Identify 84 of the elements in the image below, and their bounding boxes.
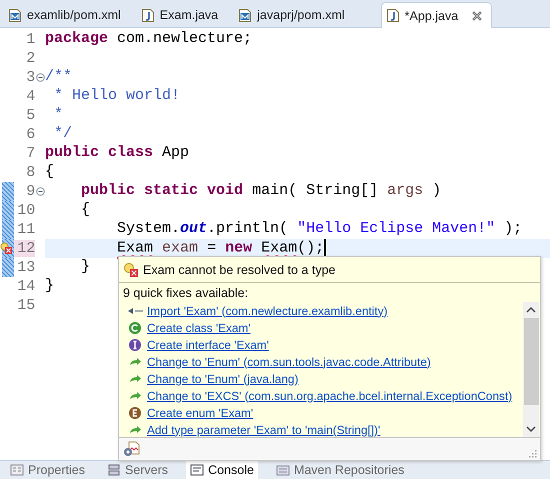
line-number: 14 — [16, 278, 36, 295]
editor-tab[interactable]: *App.java — [380, 2, 492, 28]
java-file-icon — [386, 8, 400, 23]
code-comment: * Hello world! — [54, 87, 180, 104]
import-icon — [127, 308, 143, 314]
code-text: { — [45, 163, 54, 180]
code-variable: args — [387, 182, 424, 199]
line-number: 13 — [16, 259, 36, 276]
code-text: .println( — [207, 220, 290, 237]
close-icon[interactable] — [471, 10, 484, 22]
code-field: out — [180, 220, 208, 237]
server-icon — [106, 464, 121, 476]
problem-message: Exam cannot be resolved to a type — [143, 262, 336, 276]
code-text: } — [81, 258, 90, 275]
code-text: { — [81, 201, 90, 218]
code-keyword: package — [45, 30, 108, 47]
code-comment: /** — [45, 68, 72, 85]
error-lightbulb-icon — [123, 262, 139, 278]
code-text: main( String[] — [252, 182, 380, 199]
editor-tab[interactable]: Exam.java — [136, 3, 232, 27]
resize-grip-icon[interactable] — [529, 450, 537, 458]
interface-icon — [127, 338, 143, 352]
line-number: 15 — [16, 297, 36, 314]
code-error: Exam — [117, 239, 154, 256]
line-number: 5 — [25, 107, 36, 124]
code-variable: exam — [162, 239, 198, 256]
repository-icon — [276, 464, 290, 476]
panel-tab[interactable]: Maven Repositories — [272, 461, 408, 479]
editor-tab[interactable]: examlib/pom.xml — [4, 3, 135, 27]
quick-fix-link[interactable]: Import 'Exam' (com.newlecture.examlib.entity) — [147, 304, 388, 318]
quick-fix-link[interactable]: Add type parameter 'Exam' to 'main(String[])' — [147, 422, 380, 436]
quick-fix-count: 9 quick fixes available: — [122, 285, 250, 302]
code-error: Exam — [261, 239, 298, 256]
collapse-icon[interactable] — [36, 73, 45, 82]
line-number: 7 — [25, 145, 36, 162]
code-text: ); — [504, 220, 522, 237]
line-number: 8 — [25, 164, 36, 181]
code-text: App — [162, 144, 190, 161]
quick-fix-link[interactable]: Change to 'EXCS' (com.sun.org.apache.bcel.internal.ExceptionConst) — [147, 388, 512, 402]
quick-fix-link[interactable]: Create interface 'Exam' — [147, 338, 269, 352]
scrollbar-thumb[interactable] — [524, 318, 538, 405]
code-text: (); — [297, 239, 324, 256]
quick-fix-link[interactable]: Create class 'Exam' — [147, 320, 250, 334]
preview-settings-icon[interactable] — [123, 441, 141, 457]
line-number: 2 — [25, 50, 36, 67]
editor-tab[interactable]: javaprj/pom.xml — [234, 3, 359, 27]
line-number: 4 — [25, 88, 36, 105]
code-comment: * — [54, 106, 64, 123]
scrollbar[interactable] — [523, 302, 539, 437]
code-text: ) — [432, 182, 442, 199]
code-text: = — [207, 239, 218, 256]
collapse-icon[interactable] — [36, 187, 45, 196]
java-file-icon — [140, 8, 155, 22]
line-number: 1 — [25, 31, 36, 48]
panel-tab[interactable]: Servers — [102, 461, 172, 479]
code-keyword: new — [225, 239, 252, 256]
line-number: 10 — [16, 202, 36, 219]
xml-file-icon — [8, 8, 22, 22]
code-text: com.newlecture; — [117, 30, 252, 47]
line-number: 11 — [16, 221, 36, 238]
code-keyword: public static void — [81, 182, 244, 199]
quick-fix-link[interactable]: Create enum 'Exam' — [147, 406, 254, 420]
quick-fix-link[interactable]: Change to 'Enum' (com.sun.tools.javac.code.Attribute) — [147, 354, 431, 368]
console-icon — [190, 464, 204, 476]
text-caret — [324, 239, 326, 256]
error-lightbulb-icon[interactable] — [0, 242, 12, 254]
panel-tab[interactable]: Console — [186, 461, 258, 479]
panel-tab[interactable]: Properties — [6, 461, 89, 479]
code-keyword: public class — [45, 144, 154, 161]
code-text: System. — [117, 220, 180, 237]
line-number: 12 — [14, 240, 36, 257]
line-number: 9 — [25, 183, 36, 200]
code-text: } — [45, 277, 54, 294]
xml-file-icon — [238, 8, 252, 22]
scroll-up-icon[interactable] — [526, 306, 536, 314]
quick-fix-link[interactable]: Change to 'Enum' (java.lang) — [147, 372, 298, 386]
code-comment: */ — [54, 125, 72, 142]
enum-icon — [127, 406, 143, 420]
line-number: 3 — [25, 69, 36, 86]
code-string: "Hello Eclipse Maven!" — [297, 220, 496, 237]
scroll-down-icon[interactable] — [526, 425, 536, 433]
properties-icon — [10, 464, 24, 476]
line-number: 6 — [25, 126, 36, 143]
class-icon — [127, 320, 143, 334]
